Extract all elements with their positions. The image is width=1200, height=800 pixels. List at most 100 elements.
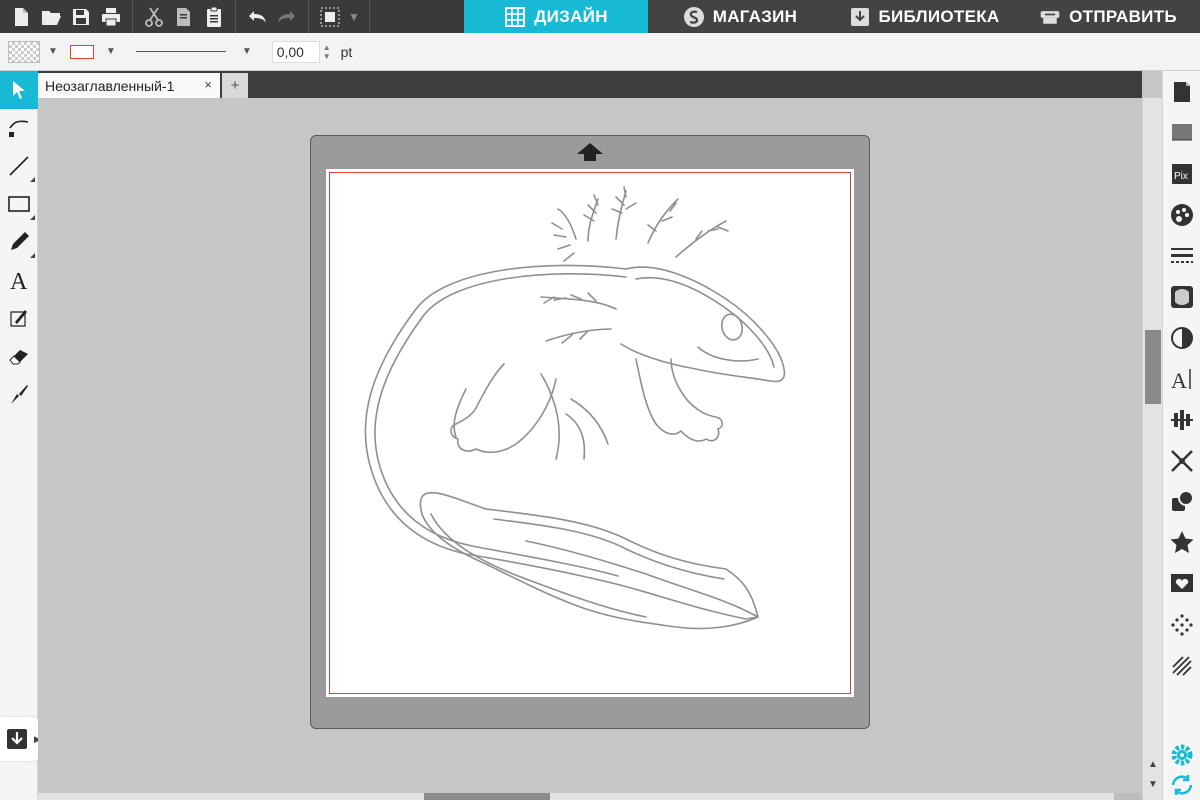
tab-send-label: ОТПРАВИТЬ (1069, 6, 1177, 26)
knife-tool[interactable] (0, 375, 38, 413)
trace-button[interactable] (1163, 276, 1200, 317)
align-button[interactable] (1163, 399, 1200, 440)
copy-icon[interactable] (169, 2, 199, 32)
scroll-down-icon[interactable]: ▼ (1145, 776, 1161, 792)
line-color-dropdown-icon[interactable]: ▼ (106, 46, 116, 57)
offset-button[interactable] (1163, 522, 1200, 563)
line-width-stepper[interactable]: ▲ ▼ (323, 43, 331, 61)
group-icon[interactable] (315, 2, 345, 32)
library-panel-button[interactable] (1163, 604, 1200, 645)
modify-button[interactable] (1163, 481, 1200, 522)
send-icon (1039, 6, 1061, 28)
contrast-button[interactable] (1163, 317, 1200, 358)
registration-marks-button[interactable] (1163, 112, 1200, 153)
save-icon[interactable] (66, 2, 96, 32)
undo-icon[interactable] (242, 2, 272, 32)
vertical-scrollbar[interactable]: ▲ ▼ (1142, 98, 1162, 800)
sketch-fill-icon (1172, 655, 1192, 676)
tab-library-label: БИБЛИОТЕКА (878, 6, 1000, 26)
group-dropdown-icon[interactable]: ▼ (345, 2, 363, 32)
tab-design[interactable]: ДИЗАЙН (464, 0, 648, 33)
line-width-input[interactable]: 0,00 (271, 40, 320, 63)
fill-color-icon (1171, 203, 1193, 226)
horizontal-scroll-arrows[interactable] (1114, 793, 1142, 800)
svg-text:A: A (10, 269, 28, 292)
cutting-mat (310, 135, 870, 729)
right-panel-bottom (1163, 740, 1200, 800)
line-style-button[interactable] (1163, 235, 1200, 276)
redo-icon[interactable] (272, 2, 302, 32)
rhinestone-icon (1171, 613, 1193, 636)
transform-button[interactable] (1163, 563, 1200, 604)
fill-dropdown-icon[interactable]: ▼ (48, 46, 58, 57)
close-tab-icon[interactable]: × (204, 77, 212, 92)
axolotl-design[interactable] (326, 169, 854, 697)
line-width-unit: pt (340, 43, 353, 60)
modify-icon (1172, 489, 1194, 511)
tab-design-label: ДИЗАЙН (534, 6, 608, 26)
line-style-dropdown-icon[interactable]: ▼ (242, 46, 252, 57)
print-icon[interactable] (96, 2, 126, 32)
pencil-icon (11, 232, 29, 250)
design-canvas[interactable] (38, 98, 1142, 793)
horizontal-scrollbar[interactable] (38, 793, 1142, 800)
top-toolbar: ▼ ДИЗАЙН МАГАЗИН БИБЛИОТЕКА ОТПРАВИТЬ (0, 0, 1200, 33)
open-folder-icon[interactable] (36, 2, 66, 32)
point-edit-icon (9, 120, 29, 137)
library-icon (849, 6, 871, 28)
line-style-preview[interactable] (135, 51, 226, 52)
line-tool[interactable] (0, 147, 38, 185)
point-edit-tool[interactable] (0, 109, 38, 147)
eraser-icon (9, 350, 28, 365)
line-icon (9, 156, 29, 176)
paste-icon[interactable] (199, 2, 229, 32)
eraser-tool[interactable] (0, 337, 38, 375)
page-area[interactable] (326, 169, 854, 697)
document-tab-strip: Неозаглавленный-1 × + (38, 71, 1142, 98)
sketch-fill-button[interactable] (1163, 645, 1200, 686)
import-icon (7, 729, 27, 749)
file-tools (0, 0, 133, 33)
svg-text:A: A (1171, 368, 1187, 392)
cut-icon[interactable] (139, 2, 169, 32)
settings-button[interactable] (1163, 740, 1200, 770)
transform-icon (1171, 573, 1193, 592)
sync-button[interactable] (1163, 770, 1200, 800)
sync-icon (1171, 775, 1193, 795)
tab-store[interactable]: МАГАЗИН (648, 0, 832, 33)
document-tab[interactable]: Неозаглавленный-1 × (38, 73, 220, 98)
clipboard-tools (133, 0, 236, 33)
line-color-swatch[interactable] (69, 44, 94, 59)
right-panel-column: Pix A (1162, 71, 1200, 800)
fill-color-button[interactable] (1163, 194, 1200, 235)
add-tab-button[interactable]: + (222, 73, 248, 98)
offset-icon (1170, 530, 1194, 553)
feed-direction-arrow-icon (577, 143, 603, 161)
horizontal-scroll-thumb[interactable] (424, 793, 550, 800)
scroll-up-icon[interactable]: ▲ (1145, 756, 1161, 772)
tab-send[interactable]: ОТПРАВИТЬ (1016, 0, 1200, 33)
select-tool[interactable] (0, 71, 38, 109)
text-style-button[interactable]: A (1163, 358, 1200, 399)
replicate-icon (1171, 449, 1193, 472)
align-icon (1171, 409, 1193, 430)
rectangle-tool[interactable] (0, 185, 38, 223)
document-tab-title: Неозаглавленный-1 (45, 77, 175, 94)
pixscan-button[interactable]: Pix (1163, 153, 1200, 194)
text-tool[interactable]: A (0, 261, 38, 299)
pencil-tool[interactable] (0, 223, 38, 261)
property-bar: ▼ ▼ ▼ 0,00 ▲ ▼ pt (0, 33, 1200, 71)
tab-library[interactable]: БИБЛИОТЕКА (832, 0, 1016, 33)
replicate-button[interactable] (1163, 440, 1200, 481)
sketch-tool[interactable] (0, 299, 38, 337)
select-icon (13, 81, 25, 99)
svg-text:Pix: Pix (1174, 171, 1188, 182)
vertical-scroll-thumb[interactable] (1145, 330, 1161, 404)
fill-color-swatch[interactable] (8, 40, 40, 63)
text-style-icon: A (1171, 368, 1191, 392)
sketch-icon (10, 310, 27, 327)
page-setup-button[interactable] (1163, 71, 1200, 112)
new-file-icon[interactable] (6, 2, 36, 32)
left-tool-palette: A (0, 71, 38, 800)
registration-marks-icon (1172, 123, 1192, 140)
